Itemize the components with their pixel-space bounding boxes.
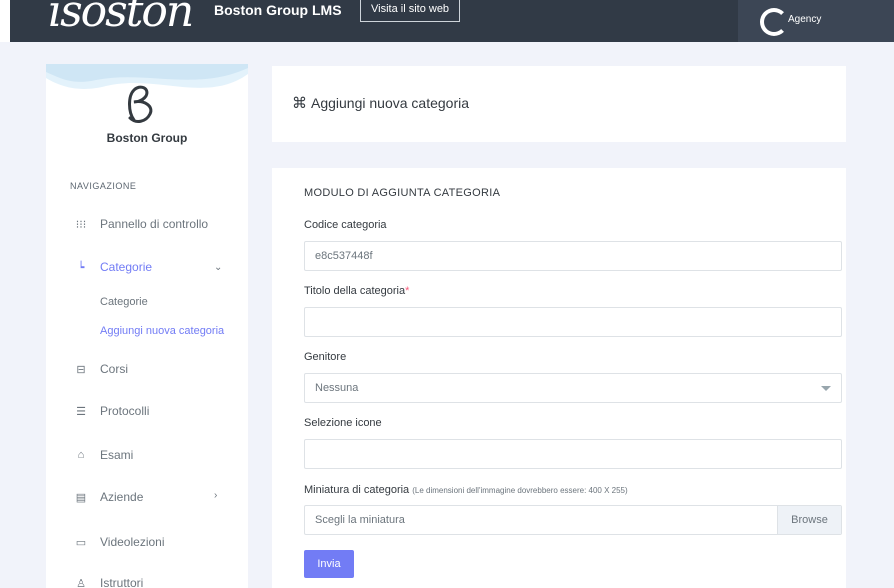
- thumbnail-label-text: Miniatura di categoria: [304, 484, 410, 496]
- user-icon: ♙: [76, 577, 86, 588]
- nav-section-title: NAVIGAZIONE: [70, 181, 137, 191]
- sidebar-item-aziende[interactable]: ▤ Aziende: [74, 490, 144, 504]
- category-form-card: MODULO DI AGGIUNTA CATEGORIA Codice cate…: [272, 168, 846, 588]
- sidebar-item-esami[interactable]: ⌂ Esami: [74, 448, 134, 462]
- page-title: ⌘ Aggiungi nuova categoria: [292, 94, 469, 112]
- sidebar-item-label: Corsi: [100, 362, 129, 376]
- topbar: isoston Boston Group LMS Visita il sito …: [0, 0, 894, 42]
- user-menu[interactable]: Agency: [738, 0, 894, 42]
- parent-select[interactable]: Nessuna: [304, 373, 842, 403]
- sidebar-item-label: Videolezioni: [100, 535, 165, 549]
- sidebar-item-label: Esami: [100, 448, 134, 462]
- sidebar-item-label: Pannello di controllo: [100, 217, 209, 231]
- sidebar-item-videolezioni[interactable]: ▭ Videolezioni: [74, 535, 165, 549]
- sidebar-item-istruttori[interactable]: ♙ Istruttori: [74, 576, 143, 588]
- command-icon: ⌘: [292, 95, 307, 112]
- category-code-field[interactable]: e8c537448f: [304, 241, 842, 271]
- site-logo[interactable]: isoston: [48, 0, 194, 37]
- title-label: Titolo della categoria*: [304, 285, 409, 297]
- sidebar-item-corsi[interactable]: ⊟ Corsi: [74, 362, 128, 376]
- sidebar-item-label: Istruttori: [100, 576, 144, 588]
- sidebar-subitem-add-category[interactable]: Aggiungi nuova categoria: [100, 325, 224, 337]
- thumbnail-placeholder: Scegli la miniatura: [315, 514, 405, 526]
- avatar: [760, 8, 788, 36]
- chevron-down-icon[interactable]: ⌄: [214, 262, 222, 273]
- category-title-input[interactable]: [304, 307, 842, 337]
- thumbnail-hint: (Le dimensioni dell'immagine dovrebbero …: [412, 486, 628, 495]
- sidebar-item-protocolli[interactable]: ☰ Protocolli: [74, 404, 149, 418]
- sidebar-brand: Boston Group: [106, 131, 188, 145]
- sidebar-item-label: Categorie: [100, 260, 153, 274]
- grid-dots-icon: ⁝⁝⁝: [75, 218, 87, 231]
- thumbnail-file-input[interactable]: Scegli la miniatura Browse: [304, 505, 842, 535]
- tree-icon: ┕: [77, 261, 85, 274]
- sidebar-item-categorie[interactable]: ┕ Categorie: [74, 260, 152, 274]
- video-icon: ▭: [75, 536, 87, 549]
- page: isoston Boston Group LMS Visita il sito …: [0, 0, 894, 588]
- visit-site-button[interactable]: Visita il sito web: [360, 0, 461, 22]
- browse-button[interactable]: Browse: [777, 506, 841, 534]
- page-header-card: ⌘ Aggiungi nuova categoria: [272, 66, 846, 142]
- icon-selection-label: Selezione icone: [304, 417, 382, 429]
- user-role: Agency: [788, 14, 822, 25]
- graduation-icon: ⌂: [77, 449, 85, 461]
- parent-select-value: Nessuna: [315, 382, 359, 394]
- sidebar: Boston Group NAVIGAZIONE ⁝⁝⁝ Pannello di…: [46, 64, 248, 588]
- chevron-right-icon[interactable]: ›: [214, 490, 217, 501]
- sidebar-item-dashboard[interactable]: ⁝⁝⁝ Pannello di controllo: [74, 217, 208, 231]
- brand-logo-icon: [128, 85, 153, 123]
- sidebar-item-label: Aziende: [100, 490, 144, 504]
- thumbnail-label: Miniatura di categoria (Le dimensioni de…: [304, 484, 628, 496]
- code-label: Codice categoria: [304, 219, 387, 231]
- parent-label: Genitore: [304, 351, 347, 363]
- form-heading: MODULO DI AGGIUNTA CATEGORIA: [304, 187, 501, 199]
- required-mark: *: [405, 285, 410, 297]
- building-icon: ▤: [75, 491, 87, 504]
- page-title-text: Aggiungi nuova categoria: [311, 95, 470, 111]
- submit-button[interactable]: Invia: [304, 550, 354, 578]
- icon-selection-input[interactable]: [304, 439, 842, 469]
- sidebar-subitem-categorie[interactable]: Categorie: [100, 296, 148, 308]
- caret-down-icon: [821, 386, 831, 391]
- sidebar-item-label: Protocolli: [100, 404, 150, 418]
- list-icon: ☰: [76, 405, 86, 418]
- archive-icon: ⊟: [76, 363, 86, 376]
- brand-title: Boston Group LMS: [214, 2, 342, 18]
- title-label-text: Titolo della categoria: [304, 285, 406, 297]
